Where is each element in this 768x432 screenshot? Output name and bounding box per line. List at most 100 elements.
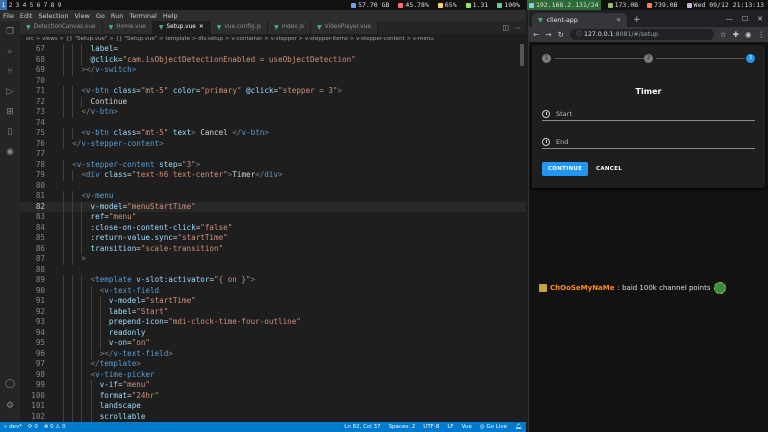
editor-tab[interactable]: ▼ VideoPlayer.vue <box>311 21 378 34</box>
system-stats: 57.70 GB 45.78% 65% 1.31 100% 192.168.2.131/2… <box>349 0 768 10</box>
profile-avatar-icon[interactable]: ◉ <box>745 30 752 39</box>
step-1-indicator[interactable]: 1 <box>542 54 551 63</box>
language-mode[interactable]: Vue <box>462 424 472 430</box>
new-tab-button[interactable]: + <box>627 13 647 27</box>
editor-tabs: ▼ DetectionCanvas.vue ▼ Home.vue ▼ Setup.vue ✕… <box>20 21 526 34</box>
go-live-button[interactable]: ◎ Go Live <box>480 424 507 430</box>
indent-guide <box>72 317 74 328</box>
code-token: step <box>159 159 178 169</box>
start-time-label: Start <box>556 109 572 118</box>
workspace-9[interactable]: 9 <box>56 0 63 10</box>
chat-username: ChOoSeMyNaMe <box>550 284 615 292</box>
step-3-indicator[interactable]: 3 <box>746 54 755 63</box>
split-editor-icon[interactable]: ◫ <box>502 24 509 32</box>
settings-gear-icon[interactable]: ⚙ <box>5 401 15 411</box>
docker-icon[interactable]: ◉ <box>5 147 15 157</box>
problems-indicator[interactable]: ⊗ 0 ⚠ 0 <box>44 424 66 430</box>
indent-guide <box>63 401 65 412</box>
cancel-button[interactable]: CANCEL <box>593 162 625 176</box>
bookmarks-icon[interactable]: ▯ <box>5 127 15 137</box>
editor-tab[interactable]: ▼ index.js <box>268 21 312 34</box>
menu-go[interactable]: Go <box>93 12 108 20</box>
indent-guide <box>81 233 83 244</box>
address-bar[interactable]: ⓘ 127.0.0.1:8081/#/setup <box>569 29 714 40</box>
breadcrumb[interactable]: src > views > {} "Setup.vue" > {} "Setup… <box>20 34 526 44</box>
code-token: landscape <box>99 401 141 410</box>
browser-tab[interactable]: ▼ client-app ✕ <box>532 13 627 27</box>
vue-file-icon: ▼ <box>108 24 114 31</box>
workspace-1[interactable]: 1 <box>0 0 7 10</box>
indent-guide <box>81 317 83 328</box>
close-tab-icon[interactable]: ✕ <box>199 21 204 34</box>
account-icon[interactable]: ◯ <box>5 379 15 389</box>
bookmark-star-icon[interactable]: ☆ <box>720 30 727 39</box>
workspace-2[interactable]: 2 <box>7 0 14 10</box>
indent-guide <box>72 222 74 233</box>
editor-tab[interactable]: ▼ DetectionCanvas.vue <box>20 21 103 34</box>
workspace-6[interactable]: 6 <box>35 0 42 10</box>
explorer-icon[interactable]: ❐ <box>5 27 15 37</box>
encoding[interactable]: UTF-8 <box>423 424 439 430</box>
reload-icon[interactable]: ↻ <box>558 30 564 39</box>
start-time-field[interactable]: Start <box>542 107 755 121</box>
back-icon[interactable]: ← <box>533 30 539 39</box>
indent-guide <box>72 65 74 76</box>
maximize-icon[interactable]: ☐ <box>742 15 748 23</box>
workspace-3[interactable]: 3 <box>14 0 21 10</box>
forward-icon[interactable]: → <box>545 30 551 39</box>
line-ending[interactable]: LF <box>447 424 453 430</box>
clock-icon <box>542 137 550 146</box>
menu-run[interactable]: Run <box>108 12 126 20</box>
code-token: v-text-field <box>104 285 160 295</box>
minimize-icon[interactable]: — <box>726 15 733 23</box>
extensions-puzzle-icon[interactable]: ✚ <box>733 30 739 39</box>
info-icon[interactable]: ⓘ <box>576 31 582 38</box>
code-token: "Start" <box>136 306 169 316</box>
indent-guide <box>72 191 74 202</box>
editor-tab[interactable]: ▼ Home.vue <box>102 21 153 34</box>
menu-view[interactable]: View <box>71 12 92 20</box>
editor-tab[interactable]: ▼ Setup.vue ✕ <box>152 21 211 34</box>
code-token: > <box>264 128 269 137</box>
workspace-4[interactable]: 4 <box>21 0 28 10</box>
code-token: "false" <box>200 222 233 232</box>
workspace-8[interactable]: 8 <box>49 0 56 10</box>
menu-file[interactable]: File <box>0 12 17 20</box>
code-token: v-slot:activator <box>136 275 210 284</box>
code-editor[interactable]: 67 label= 68 @click="cam.isObjectDetectionE… <box>20 44 526 422</box>
indent-guide <box>63 201 65 212</box>
code-token: div <box>264 170 279 179</box>
menu-edit[interactable]: Edit <box>17 12 36 20</box>
search-icon[interactable]: ⌕ <box>5 47 15 57</box>
continue-button[interactable]: CONTINUE <box>542 162 588 176</box>
workspace-7[interactable]: 7 <box>42 0 49 10</box>
menu-selection[interactable]: Selection <box>35 12 71 20</box>
code-line: 70 <box>20 76 526 87</box>
indent-guide <box>72 411 74 422</box>
code-line: 92 label="Start" <box>20 306 526 317</box>
cursor-position[interactable]: Ln 82, Col 37 <box>344 424 380 430</box>
menu-terminal[interactable]: Terminal <box>126 12 159 20</box>
code-token: "on" <box>131 338 150 347</box>
workspace-5[interactable]: 5 <box>28 0 35 10</box>
sync-indicator[interactable]: ⟳ 0 <box>28 424 38 430</box>
scrollbar-thumb[interactable] <box>520 44 524 66</box>
notifications-bell-icon[interactable]: 🔔︎ <box>515 424 522 430</box>
code-token: "3" <box>182 159 196 169</box>
code-token: ></ <box>81 65 96 74</box>
editor-tab[interactable]: ▼ vue.config.js <box>210 21 269 34</box>
browser-menu-icon[interactable]: ⋮ <box>758 30 766 39</box>
extensions-icon[interactable]: ⊞ <box>5 107 15 117</box>
close-window-icon[interactable]: ✕ <box>757 15 763 23</box>
end-time-field[interactable]: End <box>542 135 755 149</box>
more-actions-icon[interactable]: ⋯ <box>514 24 521 32</box>
close-tab-icon[interactable]: ✕ <box>616 17 621 24</box>
indentation[interactable]: Spaces: 2 <box>389 424 416 430</box>
step-2-indicator[interactable]: 2 <box>644 54 653 63</box>
run-debug-icon[interactable]: ▷ <box>5 87 15 97</box>
menu-help[interactable]: Help <box>160 12 181 20</box>
code-text: readonly <box>109 328 146 339</box>
branch-indicator[interactable]: ⑂ dev* <box>4 424 22 430</box>
code-token: Timer <box>232 170 256 179</box>
source-control-icon[interactable]: ⑂ <box>5 67 15 77</box>
